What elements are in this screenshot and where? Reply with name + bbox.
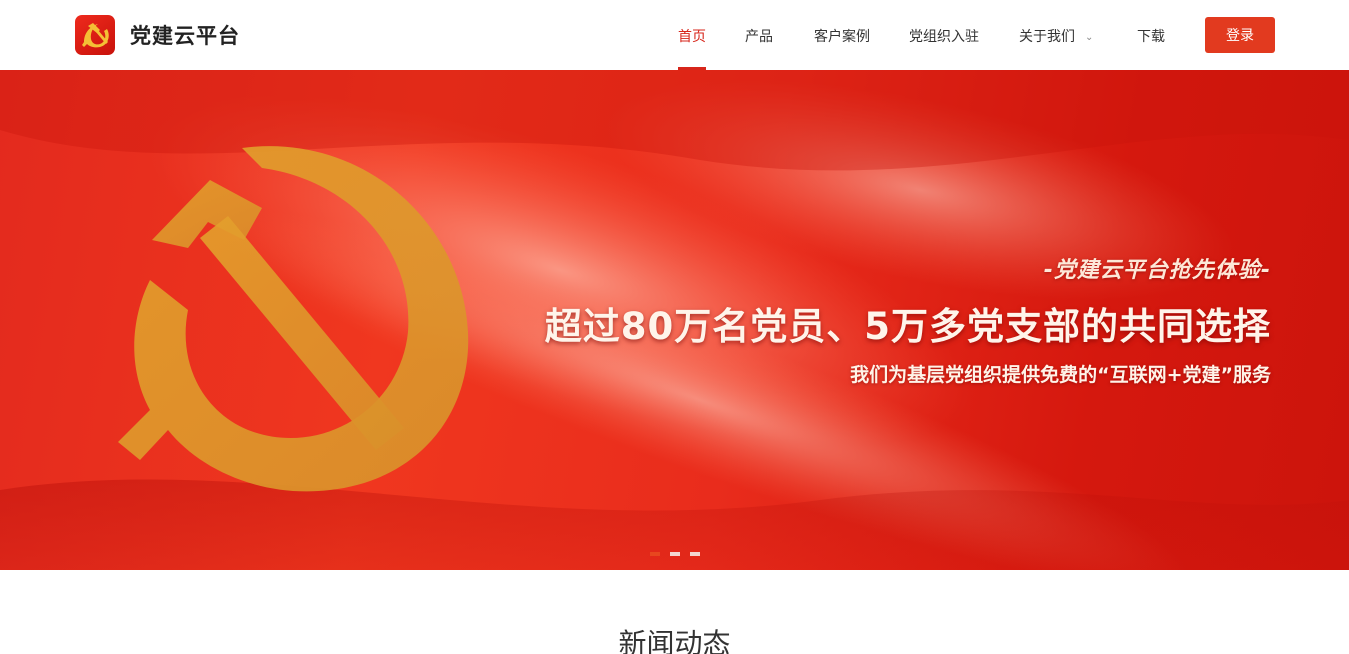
nav-item-home[interactable]: 首页 [678,26,706,46]
carousel-dot-1[interactable] [650,552,660,556]
hammer-sickle-icon[interactable] [75,15,115,55]
hero-banner: -党建云平台抢先体验- 超过80万名党员、5万多党支部的共同选择 我们为基层党组… [0,70,1349,570]
nav-item-about-label: 关于我们 [1019,29,1075,45]
banner-subtitle: -党建云平台抢先体验- [1043,258,1271,283]
carousel-dot-2[interactable] [670,552,680,556]
news-section-title: 新闻动态 [618,627,731,654]
nav-item-org-join[interactable]: 党组织入驻 [909,26,979,46]
nav-item-download[interactable]: 下载 [1137,26,1165,46]
login-button[interactable]: 登录 [1205,17,1275,53]
chevron-down-icon: ⌄ [1085,32,1094,43]
nav-item-products[interactable]: 产品 [745,26,773,46]
top-header: 党建云平台 首页 产品 客户案例 党组织入驻 关于我们 ⌄ 下载 登录 [0,0,1349,70]
banner-headline: 超过80万名党员、5万多党支部的共同选择 [544,305,1271,348]
nav-item-cases[interactable]: 客户案例 [814,26,870,46]
nav-item-about[interactable]: 关于我们 ⌄ [1019,26,1093,46]
carousel-dot-3[interactable] [690,552,700,556]
brand-name[interactable]: 党建云平台 [130,20,240,50]
banner-description: 我们为基层党组织提供免费的“互联网+党建”服务 [850,364,1271,386]
